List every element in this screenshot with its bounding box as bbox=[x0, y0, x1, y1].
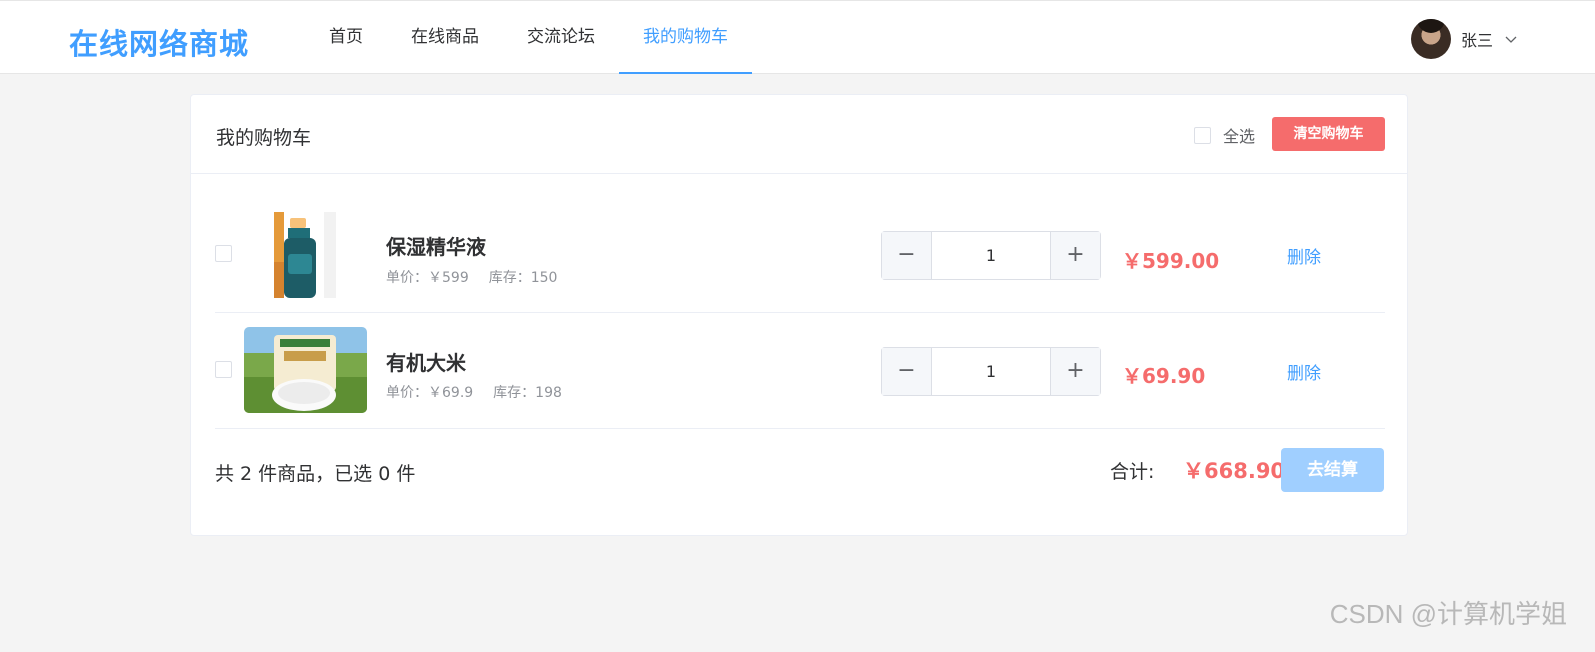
stock: 库存：198 bbox=[493, 385, 562, 401]
product-image-rice[interactable] bbox=[244, 327, 367, 413]
decrease-button[interactable]: − bbox=[882, 348, 932, 395]
watermark: CSDN @计算机学姐 bbox=[1329, 599, 1567, 629]
cart-item: 保湿精华液 单价：￥599 库存：150 − 1 + ￥599.00 删除 bbox=[215, 197, 1385, 313]
cart-summary: 共 2 件商品，已选 0 件 bbox=[215, 463, 416, 485]
avatar[interactable] bbox=[1410, 19, 1451, 59]
nav-item-products[interactable]: 在线商品 bbox=[387, 1, 503, 74]
select-all[interactable]: 全选 bbox=[1194, 123, 1255, 147]
quantity-stepper[interactable]: − 1 + bbox=[881, 231, 1101, 280]
select-all-checkbox[interactable] bbox=[1194, 126, 1211, 144]
top-nav-bar: 在线网络商城 首页 在线商品 交流论坛 我的购物车 张三 bbox=[0, 0, 1595, 74]
unit-price: 单价：￥599 bbox=[386, 270, 469, 286]
total-label: 合计: bbox=[1110, 461, 1155, 483]
total-value: ￥668.90 bbox=[1183, 459, 1286, 483]
item-checkbox[interactable] bbox=[215, 361, 232, 378]
increase-button[interactable]: + bbox=[1050, 348, 1100, 395]
cart-item: 有机大米 单价：￥69.9 库存：198 − 1 + ￥69.90 删除 bbox=[215, 313, 1385, 429]
user-name[interactable]: 张三 bbox=[1461, 27, 1493, 51]
product-meta: 单价：￥599 库存：150 bbox=[386, 267, 557, 287]
stock: 库存：150 bbox=[488, 270, 558, 286]
user-menu[interactable]: 张三 bbox=[1410, 19, 1517, 59]
select-all-label[interactable]: 全选 bbox=[1223, 123, 1255, 147]
cart-title: 我的购物车 bbox=[216, 127, 312, 149]
delete-link[interactable]: 删除 bbox=[1287, 359, 1321, 384]
nav-item-home[interactable]: 首页 bbox=[305, 1, 387, 74]
site-logo[interactable]: 在线网络商城 bbox=[69, 21, 249, 63]
product-name[interactable]: 有机大米 bbox=[386, 347, 466, 376]
quantity-stepper[interactable]: − 1 + bbox=[881, 347, 1101, 396]
checkout-button[interactable]: 去结算 bbox=[1281, 448, 1384, 492]
product-name[interactable]: 保湿精华液 bbox=[386, 231, 486, 260]
item-subtotal: ￥69.90 bbox=[1122, 364, 1206, 388]
chevron-down-icon[interactable] bbox=[1505, 33, 1517, 45]
increase-button[interactable]: + bbox=[1050, 232, 1100, 279]
quantity-input[interactable]: 1 bbox=[932, 232, 1050, 279]
delete-link[interactable]: 删除 bbox=[1287, 243, 1321, 268]
cart-header: 我的购物车 全选 清空购物车 bbox=[191, 95, 1407, 174]
item-subtotal: ￥599.00 bbox=[1122, 249, 1220, 273]
nav-item-cart[interactable]: 我的购物车 bbox=[619, 1, 752, 74]
product-meta: 单价：￥69.9 库存：198 bbox=[386, 382, 562, 402]
product-image-serum[interactable] bbox=[244, 212, 367, 298]
decrease-button[interactable]: − bbox=[882, 232, 932, 279]
item-checkbox[interactable] bbox=[215, 245, 232, 262]
unit-price: 单价：￥69.9 bbox=[386, 385, 474, 401]
cart-card: 我的购物车 全选 清空购物车 保湿精华液 单价：￥599 库存：150 − 1 … bbox=[190, 94, 1408, 536]
nav-item-forum[interactable]: 交流论坛 bbox=[503, 1, 619, 74]
main-nav: 首页 在线商品 交流论坛 我的购物车 bbox=[305, 1, 752, 74]
quantity-input[interactable]: 1 bbox=[932, 348, 1050, 395]
clear-cart-button[interactable]: 清空购物车 bbox=[1272, 117, 1385, 151]
